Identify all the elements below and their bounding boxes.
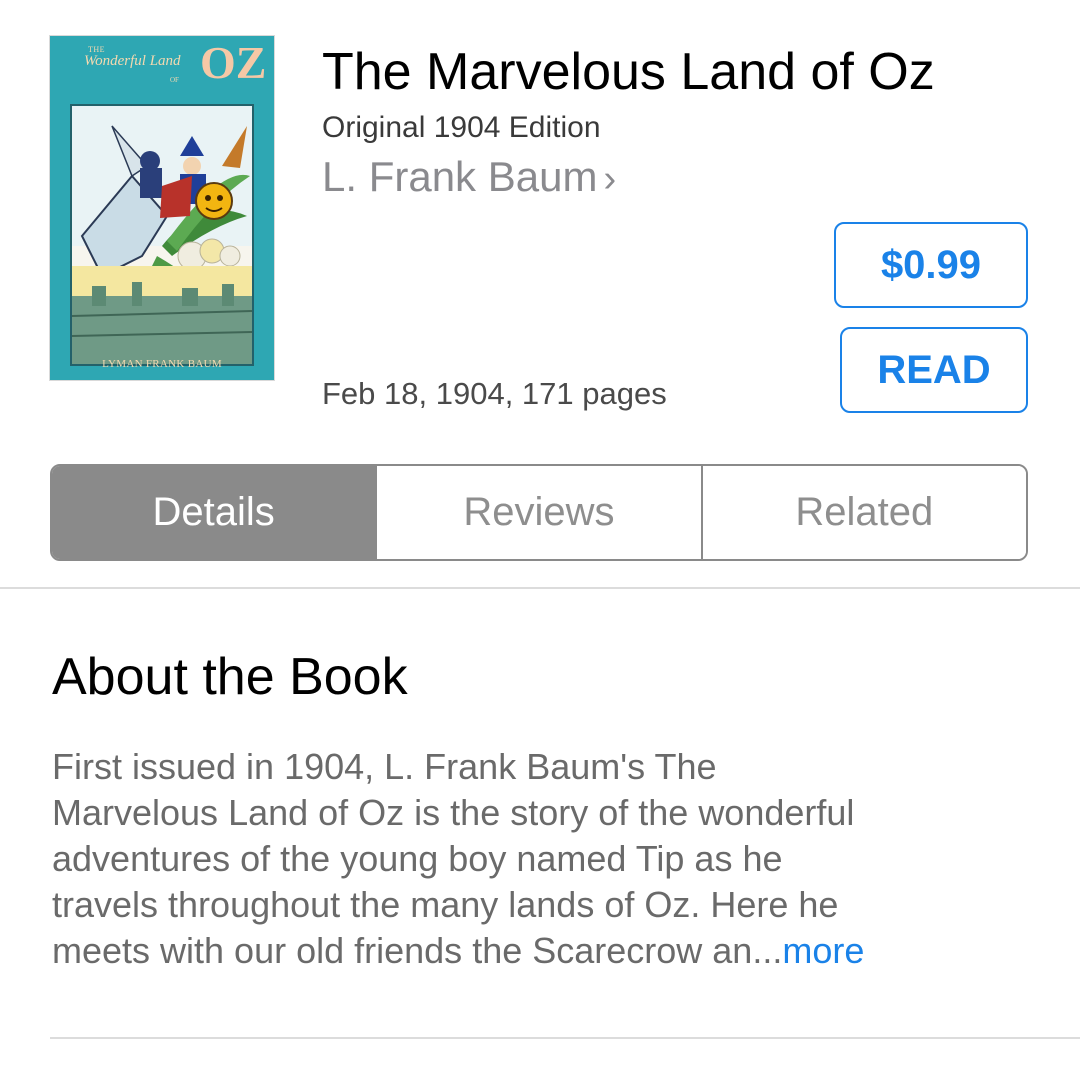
description-line: adventures of the young boy named Tip as… [52,838,783,879]
description-line: Marvelous Land of Oz is the story of the… [52,792,855,833]
book-detail-page: THE Wonderful Land OF OZ LYMAN FRANK BAU… [0,0,1080,1080]
tab-reviews[interactable]: Reviews [375,466,701,559]
section-divider [50,1037,1080,1039]
cover-illustration-art [72,106,252,364]
author-link[interactable]: L. Frank Baum › [322,150,616,206]
description-line: travels throughout the many lands of Oz.… [52,884,839,925]
buy-price-button[interactable]: $0.99 [834,222,1028,308]
tab-related[interactable]: Related [700,466,1026,559]
book-subtitle: Original 1904 Edition [322,111,601,144]
about-description: First issued in 1904, L. Frank Baum's Th… [52,744,1042,974]
cover-title-oz: OZ [200,37,267,88]
cover-title-of: OF [170,76,179,84]
more-link[interactable]: more [782,930,864,971]
read-sample-button[interactable]: READ [840,327,1028,413]
chevron-right-icon: › [603,158,617,200]
section-divider [0,587,1080,589]
cover-illustration [70,104,254,366]
description-line: meets with our old friends the Scarecrow… [52,930,783,971]
about-heading: About the Book [52,648,408,706]
description-line-last: meets with our old friends the Scarecrow… [52,928,1042,974]
book-title: The Marvelous Land of Oz [322,43,935,101]
author-name: L. Frank Baum [322,153,598,200]
book-cover-image: THE Wonderful Land OF OZ LYMAN FRANK BAU… [50,36,274,380]
cover-author-text: LYMAN FRANK BAUM [102,358,222,370]
detail-tabs: Details Reviews Related [50,464,1028,561]
publication-info: Feb 18, 1904, 171 pages [322,376,667,411]
tab-details[interactable]: Details [52,466,376,559]
cover-title-script: Wonderful Land [84,53,181,69]
description-line: First issued in 1904, L. Frank Baum's Th… [52,746,717,787]
